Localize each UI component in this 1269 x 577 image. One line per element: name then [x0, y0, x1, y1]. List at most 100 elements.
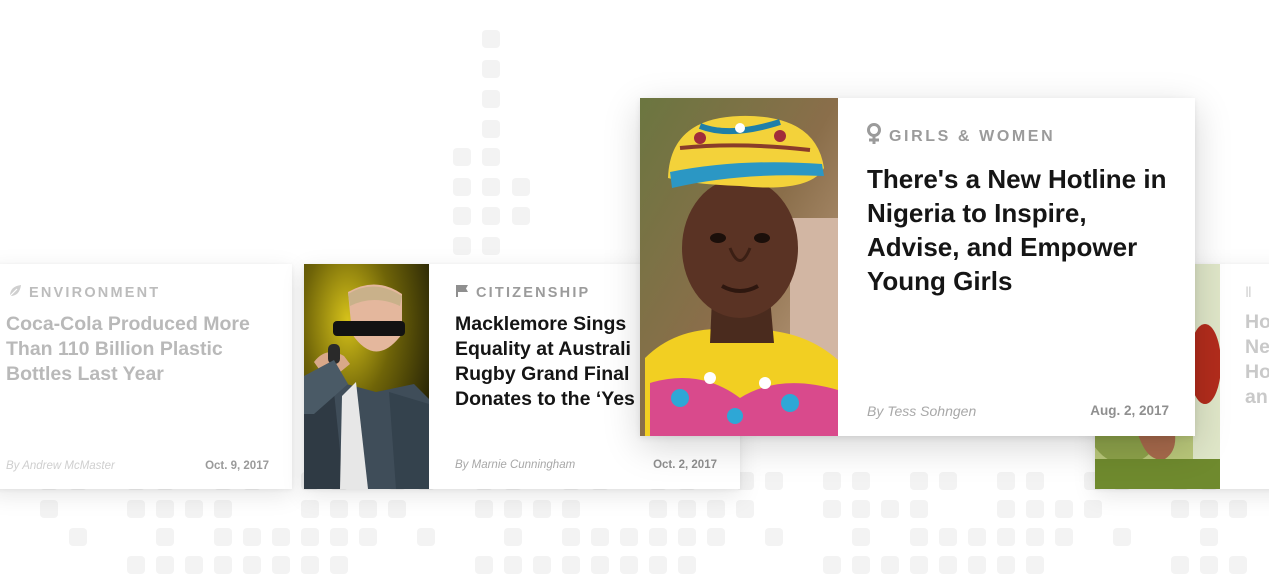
grid-dot — [852, 472, 870, 490]
grid-dot — [512, 207, 530, 225]
grid-dot — [453, 148, 471, 166]
grid-dot — [1026, 472, 1044, 490]
grid-dot — [1200, 500, 1218, 518]
grid-dot — [359, 500, 377, 518]
grid-dot — [852, 556, 870, 574]
grid-dot — [910, 472, 928, 490]
grid-dot — [649, 556, 667, 574]
grid-dot — [1026, 500, 1044, 518]
grid-dot — [359, 528, 377, 546]
publish-date: Aug. 2, 2017 — [1090, 403, 1169, 418]
publish-date: Oct. 9, 2017 — [205, 460, 269, 472]
grid-dot — [823, 500, 841, 518]
grid-dot — [301, 500, 319, 518]
grid-dot — [482, 148, 500, 166]
grid-dot — [939, 472, 957, 490]
utensils-icon: Ⅱ — [1245, 284, 1252, 300]
grid-dot — [562, 556, 580, 574]
grid-dot — [997, 472, 1015, 490]
grid-dot — [968, 528, 986, 546]
grid-dot — [997, 556, 1015, 574]
leaf-icon — [8, 284, 22, 302]
grid-dot — [591, 528, 609, 546]
grid-dot — [214, 500, 232, 518]
grid-dot — [533, 500, 551, 518]
grid-dot — [910, 556, 928, 574]
grid-dot — [453, 178, 471, 196]
grid-dot — [562, 500, 580, 518]
flag-icon — [455, 284, 469, 302]
grid-dot — [417, 528, 435, 546]
grid-dot — [301, 556, 319, 574]
grid-dot — [330, 528, 348, 546]
grid-dot — [453, 207, 471, 225]
grid-dot — [127, 500, 145, 518]
category-label: ENVIRONMENT — [8, 284, 160, 302]
grid-dot — [214, 528, 232, 546]
grid-dot — [482, 237, 500, 255]
grid-dot — [156, 528, 174, 546]
grid-dot — [678, 528, 696, 546]
grid-dot — [1229, 556, 1247, 574]
grid-dot — [1171, 500, 1189, 518]
grid-dot — [765, 528, 783, 546]
grid-dot — [678, 500, 696, 518]
grid-dot — [562, 528, 580, 546]
article-thumbnail-portrait[interactable] — [640, 98, 838, 436]
grid-dot — [482, 207, 500, 225]
grid-dot — [482, 90, 500, 108]
grid-dot — [1055, 528, 1073, 546]
grid-dot — [504, 528, 522, 546]
grid-dot — [997, 500, 1015, 518]
grid-dot — [765, 472, 783, 490]
author-byline: By Andrew McMaster — [6, 460, 115, 472]
grid-dot — [243, 528, 261, 546]
grid-dot — [707, 528, 725, 546]
grid-dot — [482, 120, 500, 138]
article-title[interactable]: There's a New Hotline in Nigeria to Insp… — [867, 162, 1177, 298]
grid-dot — [482, 178, 500, 196]
grid-dot — [736, 500, 754, 518]
grid-dot — [823, 556, 841, 574]
grid-dot — [330, 500, 348, 518]
grid-dot — [330, 556, 348, 574]
grid-dot — [910, 528, 928, 546]
author-byline: By Tess Sohngen — [867, 403, 977, 419]
grid-dot — [40, 500, 58, 518]
grid-dot — [649, 528, 667, 546]
grid-dot — [533, 556, 551, 574]
publish-date: Oct. 2, 2017 — [653, 459, 717, 471]
grid-dot — [214, 556, 232, 574]
grid-dot — [475, 556, 493, 574]
grid-dot — [272, 528, 290, 546]
grid-dot — [881, 556, 899, 574]
grid-dot — [504, 556, 522, 574]
grid-dot — [1229, 500, 1247, 518]
author-byline: By Marnie Cunningham — [455, 459, 576, 471]
grid-dot — [388, 500, 406, 518]
grid-dot — [1026, 556, 1044, 574]
grid-dot — [185, 500, 203, 518]
grid-dot — [301, 528, 319, 546]
grid-dot — [968, 556, 986, 574]
grid-dot — [852, 500, 870, 518]
article-card-environment[interactable]: ENVIRONMENT Coca-Cola Produced More Than… — [0, 264, 292, 489]
grid-dot — [591, 556, 609, 574]
grid-dot — [852, 528, 870, 546]
grid-dot — [939, 556, 957, 574]
grid-dot — [678, 556, 696, 574]
grid-dot — [156, 500, 174, 518]
grid-dot — [1171, 556, 1189, 574]
grid-dot — [939, 528, 957, 546]
grid-dot — [185, 556, 203, 574]
grid-dot — [453, 237, 471, 255]
grid-dot — [620, 556, 638, 574]
grid-dot — [1200, 556, 1218, 574]
grid-dot — [1026, 528, 1044, 546]
article-card-girls-women[interactable]: GIRLS & WOMEN There's a New Hotline in N… — [640, 98, 1195, 436]
grid-dot — [823, 472, 841, 490]
article-title[interactable]: Coca-Cola Produced More Than 110 Billion… — [6, 312, 276, 387]
article-title-partial[interactable]: Ho Ne Ho an — [1245, 310, 1269, 410]
grid-dot — [243, 556, 261, 574]
article-thumbnail-performer[interactable] — [304, 264, 429, 489]
